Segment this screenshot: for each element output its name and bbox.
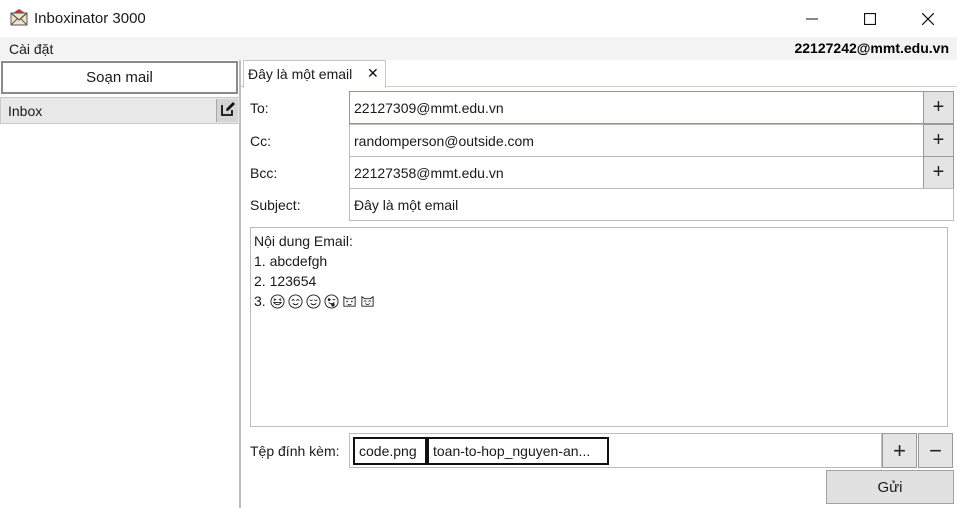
edit-folder-button[interactable] (216, 99, 238, 122)
body-line: Nội dung Email: (254, 233, 353, 249)
maximize-button[interactable] (841, 0, 899, 37)
cat-face-icon (342, 294, 357, 309)
minimize-button[interactable] (783, 0, 841, 37)
to-field[interactable] (349, 91, 924, 124)
grinning-squint-face-icon (270, 293, 285, 309)
attachment-chip[interactable]: toan-to-hop_nguyen-an... (427, 437, 609, 465)
cc-label: Cc: (250, 133, 271, 149)
maximize-icon (864, 12, 876, 25)
winking-tongue-face-icon (324, 293, 339, 309)
close-window-button[interactable] (899, 0, 957, 37)
tab-strip: Đây là một email ✕ (241, 60, 957, 88)
current-user-email: 22127242@mmt.edu.vn (794, 40, 949, 56)
smiling-face-icon (288, 293, 303, 309)
tab-email-draft[interactable]: Đây là một email ✕ (243, 60, 386, 88)
bcc-label: Bcc: (250, 165, 278, 181)
envelope-icon (9, 8, 29, 28)
send-button[interactable]: Gửi (826, 470, 954, 504)
add-cc-recipient-button[interactable]: + (923, 124, 954, 157)
title-bar: Inboxinator 3000 (0, 0, 957, 37)
tab-close-icon[interactable]: ✕ (367, 65, 379, 82)
tab-label: Đây là một email (248, 66, 353, 82)
sidebar: Soạn mail Inbox (0, 60, 241, 508)
relieved-face-icon (306, 293, 321, 309)
add-to-recipient-button[interactable]: + (923, 91, 954, 124)
body-emoji-line: 3. (254, 291, 944, 311)
body-line-number: 3. (254, 293, 266, 309)
menu-bar: Cài đặt 22127242@mmt.edu.vn (0, 37, 957, 60)
remove-attachment-button[interactable]: − (918, 433, 953, 468)
subject-field[interactable] (349, 188, 954, 221)
to-label: To: (250, 100, 269, 116)
edit-icon (220, 101, 236, 120)
window-title: Inboxinator 3000 (34, 10, 146, 27)
minimize-icon (806, 13, 818, 25)
folder-label: Inbox (8, 103, 43, 119)
attachment-chip[interactable]: code.png (353, 437, 427, 465)
settings-menu[interactable]: Cài đặt (9, 41, 53, 57)
email-body-editor[interactable]: Nội dung Email: 1. abcdefgh 2. 123654 3. (250, 227, 948, 427)
sidebar-item-inbox[interactable]: Inbox (0, 97, 240, 124)
add-attachment-button[interactable]: + (882, 433, 917, 468)
attachments-label: Tệp đính kèm: (250, 443, 340, 459)
attachments-list: code.png toan-to-hop_nguyen-an... (349, 433, 882, 468)
body-line: 1. abcdefgh (254, 253, 328, 269)
close-icon (922, 12, 934, 25)
compose-button[interactable]: Soạn mail (1, 61, 238, 94)
compose-panel: Đây là một email ✕ To: + Cc: + Bcc: + Su… (241, 60, 957, 508)
body-line: 2. 123654 (254, 273, 317, 289)
add-bcc-recipient-button[interactable]: + (923, 156, 954, 189)
cc-field[interactable] (349, 124, 924, 157)
smiling-cat-face-icon (360, 294, 375, 309)
bcc-field[interactable] (349, 156, 924, 189)
subject-label: Subject: (250, 197, 301, 213)
